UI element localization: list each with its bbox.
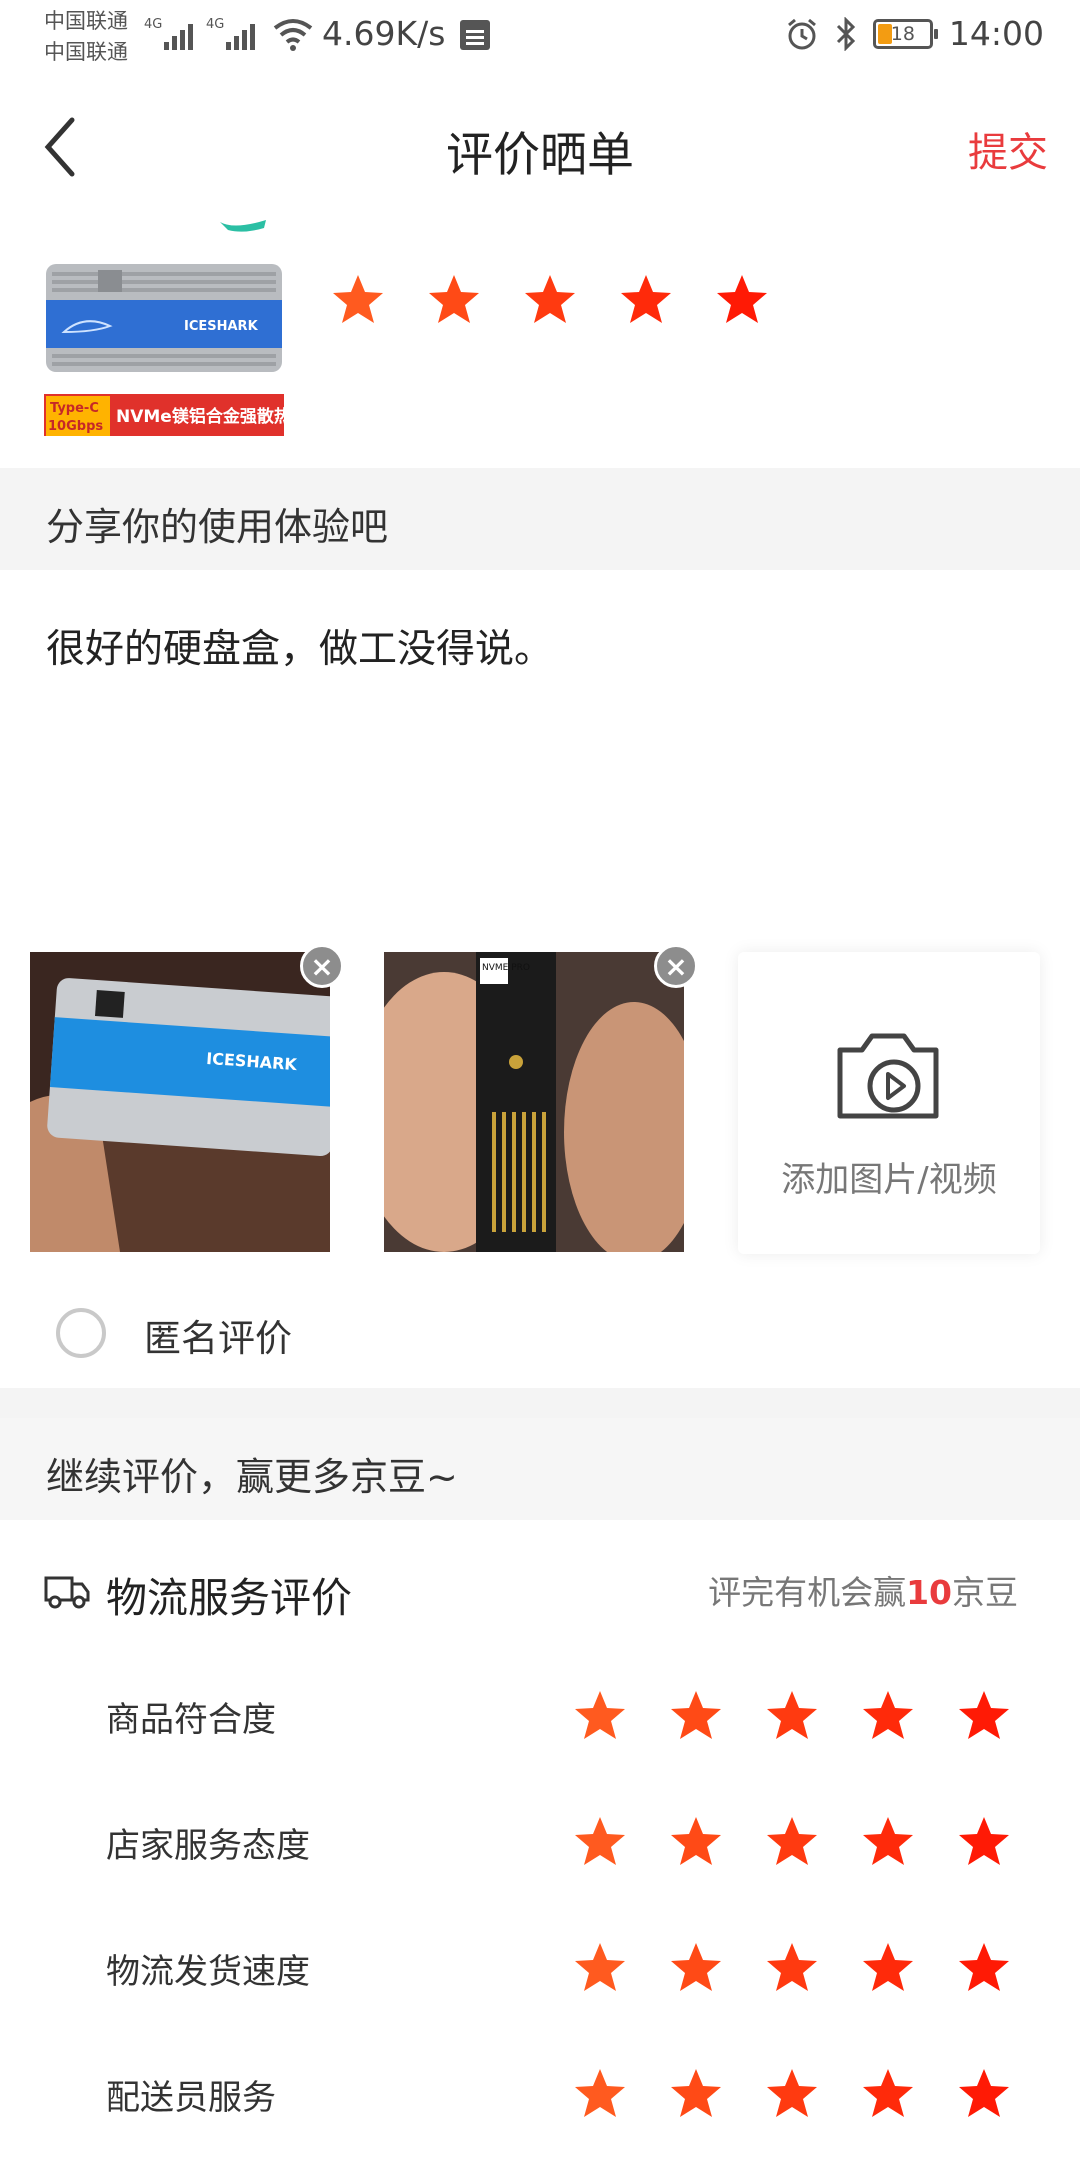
add-media-label: 添加图片/视频 — [781, 1160, 997, 1200]
rating-label: 店家服务态度 — [106, 1826, 310, 1866]
rating-row: 物流发货速度 — [0, 1932, 1080, 2012]
anonymous-radio[interactable] — [56, 1308, 106, 1358]
rating-stars[interactable] — [572, 1814, 1012, 1870]
star-icon[interactable] — [956, 1688, 1012, 1744]
star-icon[interactable] — [572, 1814, 628, 1870]
product-section: ICESHARK Type-C 10Gbps NVMe镁铝合金强散热 — [0, 200, 1080, 468]
product-thumbnail: ICESHARK Type-C 10Gbps NVMe镁铝合金强散热 — [44, 220, 288, 436]
star-icon[interactable] — [956, 1814, 1012, 1870]
star-icon[interactable] — [618, 272, 674, 328]
svg-text:10Gbps: 10Gbps — [48, 419, 103, 434]
continue-header: 继续评价，赢更多京豆~ — [0, 1418, 1080, 1520]
rating-stars[interactable] — [572, 1940, 1012, 1996]
net-speed: 4.69K/s — [322, 14, 446, 53]
bluetooth-icon — [836, 16, 856, 51]
carrier-2: 中国联通 — [44, 40, 128, 64]
svg-text:NVME PRO: NVME PRO — [482, 963, 530, 973]
rating-row: 商品符合度 — [0, 1680, 1080, 1760]
continue-label: 继续评价，赢更多京豆~ — [46, 1455, 458, 1499]
anonymous-label: 匿名评价 — [144, 1317, 292, 1360]
star-icon[interactable] — [764, 1814, 820, 1870]
star-icon[interactable] — [522, 272, 578, 328]
star-icon[interactable] — [860, 2066, 916, 2122]
rating-row: 配送员服务 — [0, 2058, 1080, 2138]
star-icon[interactable] — [330, 272, 386, 328]
carrier-1: 中国联通 — [44, 9, 128, 33]
rating-label: 物流发货速度 — [106, 1952, 310, 1992]
rating-stars[interactable] — [572, 2066, 1012, 2122]
signal-icon: 4G — [206, 17, 255, 50]
add-media-button[interactable]: 添加图片/视频 — [738, 952, 1040, 1254]
rating-row: 店家服务态度 — [0, 1806, 1080, 1886]
rating-label: 配送员服务 — [106, 2078, 276, 2118]
star-icon[interactable] — [860, 1688, 916, 1744]
clock: 14:00 — [948, 14, 1044, 53]
star-icon[interactable] — [668, 1940, 724, 1996]
share-label: 分享你的使用体验吧 — [46, 505, 389, 549]
divider — [0, 1388, 1080, 1418]
star-icon[interactable] — [860, 1940, 916, 1996]
star-icon[interactable] — [668, 2066, 724, 2122]
bonus-hint: 评完有机会赢10京豆 — [708, 1573, 1018, 1612]
status-right: 18 14:00 — [785, 14, 1044, 53]
submit-button[interactable]: 提交 — [968, 120, 1048, 178]
review-textarea[interactable]: 很好的硬盘盒，做工没得说。 — [46, 618, 553, 674]
svg-text:Type-C: Type-C — [50, 401, 99, 416]
star-icon[interactable] — [860, 1814, 916, 1870]
remove-photo-button[interactable]: × — [300, 944, 344, 988]
svg-text:4G: 4G — [144, 17, 162, 32]
wifi-icon — [273, 19, 313, 51]
star-icon[interactable] — [668, 1688, 724, 1744]
uploaded-photo[interactable]: ICESHARK — [30, 952, 330, 1252]
logistics-title: 物流服务评价 — [106, 1574, 352, 1622]
product-rating-stars[interactable] — [330, 272, 770, 328]
star-icon[interactable] — [764, 1688, 820, 1744]
battery-icon: 18 — [872, 18, 938, 49]
camera-video-icon — [837, 1033, 939, 1119]
remove-photo-button[interactable]: × — [654, 944, 698, 988]
svg-text:4G: 4G — [206, 17, 224, 32]
svg-text:NVMe镁铝合金强散热: NVMe镁铝合金强散热 — [116, 406, 288, 427]
carrier-labels: 中国联通 中国联通 — [44, 6, 128, 68]
star-icon[interactable] — [668, 1814, 724, 1870]
star-icon[interactable] — [572, 2066, 628, 2122]
star-icon[interactable] — [714, 272, 770, 328]
android-debug-icon — [460, 20, 490, 50]
star-icon[interactable] — [956, 1940, 1012, 1996]
signal-icon: 4G — [144, 17, 193, 50]
page-title: 评价晒单 — [446, 128, 634, 183]
star-icon[interactable] — [572, 1688, 628, 1744]
nav-bar: 评价晒单 提交 — [0, 72, 1080, 220]
star-icon[interactable] — [572, 1940, 628, 1996]
star-icon[interactable] — [764, 1940, 820, 1996]
rating-stars[interactable] — [572, 1688, 1012, 1744]
share-header: 分享你的使用体验吧 — [0, 468, 1080, 570]
rating-label: 商品符合度 — [106, 1700, 276, 1740]
alarm-icon — [787, 18, 816, 49]
star-icon[interactable] — [426, 272, 482, 328]
star-icon[interactable] — [764, 2066, 820, 2122]
star-icon[interactable] — [956, 2066, 1012, 2122]
status-bar: 中国联通 中国联通 4G 4G 4.69K/s 18 14:00 — [0, 0, 1080, 72]
uploaded-photo[interactable]: NVME PRO — [384, 952, 684, 1252]
truck-icon — [44, 1576, 90, 1609]
svg-text:ICESHARK: ICESHARK — [184, 319, 259, 334]
